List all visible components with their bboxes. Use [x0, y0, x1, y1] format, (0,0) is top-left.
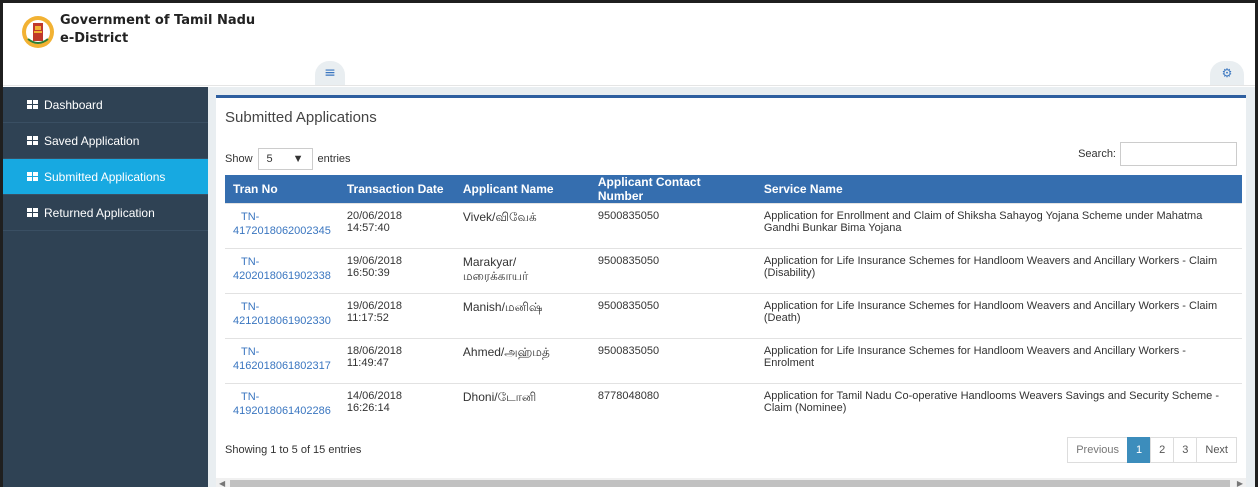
applicant-name-cell: Ahmed/அஹ்மத் — [454, 338, 590, 384]
table-row: TN- 4192018061402286 14/06/2018 16:26:14 … — [225, 383, 1242, 429]
tran-no-number: 4212018061902330 — [233, 315, 331, 327]
service-name-cell: Application for Life Insurance Schemes f… — [755, 338, 1242, 384]
table-row: TN- 4202018061902338 19/06/2018 16:50:39 … — [225, 248, 1242, 294]
page-2-button[interactable]: 2 — [1150, 437, 1175, 463]
scrollbar-thumb[interactable] — [230, 480, 1230, 487]
entries-select[interactable]: 5 ▼ — [257, 148, 313, 170]
search-control: Search: — [1078, 142, 1237, 166]
grid-icon — [27, 99, 38, 110]
table-row: TN- 4172018062002345 20/06/2018 14:57:40 … — [225, 203, 1242, 249]
column-header-transaction-date[interactable]: Transaction Date — [338, 175, 455, 204]
tamil-nadu-emblem-icon — [22, 16, 54, 48]
table-info: Showing 1 to 5 of 15 entries — [225, 444, 362, 456]
tran-no-link[interactable]: TN- 4192018061402286 — [225, 383, 339, 429]
pagination: Previous 1 2 3 Next — [1067, 437, 1237, 463]
column-header-contact-number[interactable]: Applicant Contact Number — [589, 175, 756, 204]
applicant-name-cell: Dhoni/டோனி — [454, 383, 590, 429]
brand-title: Government of Tamil Nadu — [60, 13, 256, 28]
horizontal-scrollbar[interactable]: ◀ ▶ — [216, 478, 1246, 487]
page-3-button[interactable]: 3 — [1173, 437, 1198, 463]
column-header-tran-no[interactable]: Tran No — [225, 175, 339, 204]
transaction-date-cell: 18/06/2018 11:49:47 — [338, 338, 455, 384]
tran-no-prefix: TN- — [241, 211, 260, 223]
page-1-button[interactable]: 1 — [1127, 437, 1152, 463]
applicant-name-cell: Vivek/விவேக் — [454, 203, 590, 249]
caret-down-icon: ▼ — [292, 153, 304, 165]
hamburger-icon[interactable]: ≡ — [315, 61, 345, 85]
contact-number-cell: 8778048080 — [589, 383, 756, 429]
sidebar-item-label: Returned Application — [44, 205, 155, 220]
table-header-row: Tran No Transaction Date Applicant Name … — [225, 175, 1242, 204]
tran-no-number: 4162018061802317 — [233, 360, 331, 372]
search-label: Search: — [1078, 148, 1116, 160]
contact-number-cell: 9500835050 — [589, 293, 756, 339]
transaction-date-cell: 20/06/2018 14:57:40 — [338, 203, 455, 249]
sidebar-item-dashboard[interactable]: Dashboard — [3, 87, 208, 123]
previous-page-button[interactable]: Previous — [1067, 437, 1128, 463]
tran-no-prefix: TN- — [241, 301, 260, 313]
sidebar-item-returned-application[interactable]: Returned Application — [3, 195, 208, 231]
top-header: Government of Tamil Nadu e-District ≡ ⚙ — [3, 3, 1255, 86]
service-name-cell: Application for Tamil Nadu Co-operative … — [755, 383, 1242, 429]
tran-no-prefix: TN- — [241, 346, 260, 358]
contact-number-cell: 9500835050 — [589, 248, 756, 294]
scroll-right-icon[interactable]: ▶ — [1237, 479, 1243, 487]
entries-select-value: 5 — [266, 153, 273, 165]
entries-length-control: Show 5 ▼ entries — [225, 148, 351, 170]
tran-no-number: 4192018061402286 — [233, 405, 331, 417]
tran-no-link[interactable]: TN- 4202018061902338 — [225, 248, 339, 294]
sidebar: Dashboard Saved Application Submitted Ap… — [3, 87, 208, 487]
tran-no-number: 4172018062002345 — [233, 225, 331, 237]
column-header-service-name[interactable]: Service Name — [755, 175, 1242, 204]
contact-number-cell: 9500835050 — [589, 338, 756, 384]
sidebar-item-label: Dashboard — [44, 97, 103, 112]
table-row: TN- 4162018061802317 18/06/2018 11:49:47 … — [225, 338, 1242, 384]
tran-no-number: 4202018061902338 — [233, 270, 331, 282]
transaction-date-cell: 19/06/2018 16:50:39 — [338, 248, 455, 294]
gears-icon[interactable]: ⚙ — [1210, 61, 1244, 85]
tran-no-link[interactable]: TN- 4212018061902330 — [225, 293, 339, 339]
next-page-button[interactable]: Next — [1196, 437, 1237, 463]
sidebar-item-saved-application[interactable]: Saved Application — [3, 123, 208, 159]
column-header-applicant-name[interactable]: Applicant Name — [454, 175, 590, 204]
submitted-applications-panel: Submitted Applications Show 5 ▼ entries … — [216, 95, 1246, 487]
search-input[interactable] — [1120, 142, 1237, 166]
applicant-name-cell: Manish/மனிஷ் — [454, 293, 590, 339]
grid-icon — [27, 171, 38, 182]
entries-label: entries — [317, 153, 351, 165]
show-label: Show — [225, 153, 253, 165]
table-row: TN- 4212018061902330 19/06/2018 11:17:52 … — [225, 293, 1242, 339]
service-name-cell: Application for Life Insurance Schemes f… — [755, 248, 1242, 294]
grid-icon — [27, 207, 38, 218]
transaction-date-cell: 14/06/2018 16:26:14 — [338, 383, 455, 429]
service-name-cell: Application for Enrollment and Claim of … — [755, 203, 1242, 249]
tran-no-prefix: TN- — [241, 256, 260, 268]
tran-no-link[interactable]: TN- 4172018062002345 — [225, 203, 339, 249]
panel-title: Submitted Applications — [225, 109, 377, 126]
scroll-left-icon[interactable]: ◀ — [219, 479, 225, 487]
sidebar-item-label: Saved Application — [44, 133, 140, 148]
main-content: Submitted Applications Show 5 ▼ entries … — [208, 87, 1255, 487]
grid-icon — [27, 135, 38, 146]
sidebar-item-submitted-applications[interactable]: Submitted Applications — [3, 159, 208, 195]
app-window: Government of Tamil Nadu e-District ≡ ⚙ … — [0, 0, 1258, 487]
transaction-date-cell: 19/06/2018 11:17:52 — [338, 293, 455, 339]
applicant-name-cell: Marakyar/ மரைக்காயர் — [454, 248, 590, 294]
contact-number-cell: 9500835050 — [589, 203, 756, 249]
applications-table: Tran No Transaction Date Applicant Name … — [225, 175, 1242, 429]
tran-no-link[interactable]: TN- 4162018061802317 — [225, 338, 339, 384]
brand-subtitle: e-District — [60, 31, 129, 46]
sidebar-item-label: Submitted Applications — [44, 169, 166, 184]
service-name-cell: Application for Life Insurance Schemes f… — [755, 293, 1242, 339]
tran-no-prefix: TN- — [241, 391, 260, 403]
